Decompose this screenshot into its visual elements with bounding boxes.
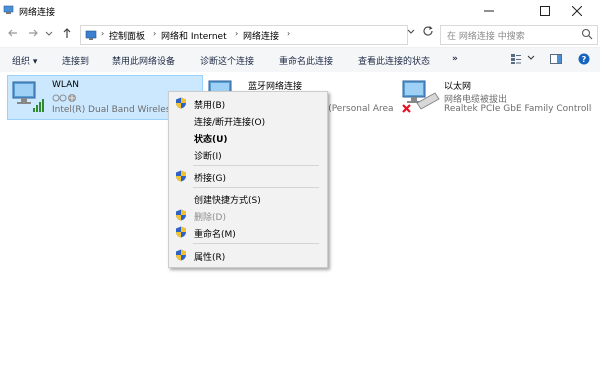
maximize-icon [540, 6, 550, 16]
menu-separator [193, 165, 319, 166]
connection-name: 以太网 [444, 82, 472, 92]
breadcrumb-separator: › [153, 29, 157, 38]
refresh-button[interactable] [420, 25, 436, 43]
menu-item-connect-disconnect[interactable]: 连接/断开连接(O) [169, 112, 327, 128]
uac-shield-icon [176, 97, 186, 109]
organize-button[interactable]: 组织 ▾ [12, 54, 37, 67]
view-options-dropdown[interactable] [527, 54, 535, 65]
search-placeholder: 在 网络连接 中搜索 [447, 32, 525, 42]
minimize-button[interactable] [466, 0, 512, 22]
chevron-down-icon [45, 31, 53, 36]
minimize-icon [484, 10, 494, 12]
title-bar: 网络连接 [0, 0, 600, 22]
preview-pane-icon [550, 54, 562, 64]
menu-item-delete: 删除(D) [169, 207, 327, 223]
menu-item-label: 桥接(G) [194, 174, 226, 184]
search-icon [581, 28, 593, 40]
svg-text:?: ? [582, 55, 587, 64]
view-status-button[interactable]: 查看此连接的状态 [358, 54, 430, 67]
ethernet-network-icon [402, 80, 440, 113]
menu-item-label: 重命名(M) [194, 230, 236, 240]
close-icon [572, 6, 582, 16]
search-box[interactable]: 在 网络连接 中搜索 [440, 25, 598, 45]
breadcrumb-network-internet[interactable]: 网络和 Internet [161, 29, 227, 42]
menu-separator [193, 187, 319, 188]
up-arrow-icon [63, 28, 71, 38]
menu-item-create-shortcut[interactable]: 创建快捷方式(S) [169, 190, 327, 206]
wireless-network-icon [12, 81, 44, 112]
not-connected-icon [52, 94, 76, 102]
breadcrumb-control-panel[interactable]: 控制面板 [109, 29, 145, 42]
menu-item-disable[interactable]: 禁用(B) [169, 95, 327, 111]
uac-shield-icon [176, 209, 186, 221]
breadcrumb-separator: › [101, 29, 105, 38]
menu-item-status[interactable]: 状态(U) [169, 129, 327, 145]
help-icon: ? [578, 53, 590, 65]
menu-item-label: 状态(U) [194, 135, 228, 145]
uac-shield-icon [176, 226, 186, 238]
menu-item-label: 属性(R) [194, 253, 226, 263]
change-view-button[interactable] [510, 53, 522, 68]
menu-item-rename[interactable]: 重命名(M) [169, 224, 327, 240]
control-panel-icon [85, 30, 97, 40]
menu-item-label: 诊断(I) [194, 152, 222, 162]
disable-device-button[interactable]: 禁用此网络设备 [112, 54, 175, 67]
menu-separator [193, 243, 319, 244]
context-menu: 禁用(B) 连接/断开连接(O) 状态(U) 诊断(I) 桥接(G) 创建快捷方… [168, 91, 328, 268]
back-arrow-icon [8, 29, 17, 37]
more-commands-button[interactable]: » [452, 54, 458, 64]
change-view-icon [511, 54, 521, 64]
rename-connection-button[interactable]: 重命名此连接 [279, 54, 333, 67]
network-connections-icon [3, 5, 14, 14]
menu-item-label: 创建快捷方式(S) [194, 196, 261, 206]
address-bar[interactable]: › 控制面板 › 网络和 Internet › 网络连接 › [80, 25, 408, 45]
command-bar: 组织 ▾ 连接到 禁用此网络设备 诊断这个连接 重命名此连接 查看此连接的状态 … [0, 47, 600, 73]
diagnose-connection-button[interactable]: 诊断这个连接 [200, 54, 254, 67]
connection-name: WLAN [52, 80, 80, 90]
connection-device: Realtek PCIe GbE Family Controller [444, 104, 592, 114]
chevron-down-icon [527, 55, 535, 60]
forward-arrow-icon [29, 29, 38, 37]
back-button[interactable] [6, 27, 20, 41]
connect-to-button[interactable]: 连接到 [62, 54, 89, 67]
help-button[interactable]: ? [578, 53, 590, 68]
forward-button[interactable] [26, 27, 40, 41]
menu-item-label: 连接/断开连接(O) [194, 118, 266, 128]
chevron-down-icon [407, 29, 415, 34]
window-title: 网络连接 [19, 8, 56, 18]
refresh-icon [423, 26, 433, 36]
menu-item-bridge[interactable]: 桥接(G) [169, 168, 327, 184]
menu-item-diagnose[interactable]: 诊断(I) [169, 146, 327, 162]
breadcrumb-separator: › [287, 29, 291, 38]
up-button[interactable] [60, 27, 74, 41]
recent-locations-button[interactable] [44, 27, 54, 41]
connection-item-ethernet[interactable]: 以太网 网络电缆被拔出 Realtek PCIe GbE Family Cont… [398, 75, 594, 118]
menu-item-label: 删除(D) [194, 213, 226, 223]
menu-item-label: 禁用(B) [194, 101, 226, 111]
breadcrumb-separator: › [235, 29, 239, 38]
uac-shield-icon [176, 170, 186, 182]
menu-item-properties[interactable]: 属性(R) [169, 247, 327, 263]
preview-pane-button[interactable] [550, 53, 562, 68]
uac-shield-icon [176, 249, 186, 261]
close-button[interactable] [554, 0, 600, 22]
address-history-dropdown[interactable] [404, 27, 418, 41]
breadcrumb-network-connections[interactable]: 网络连接 [243, 29, 279, 42]
